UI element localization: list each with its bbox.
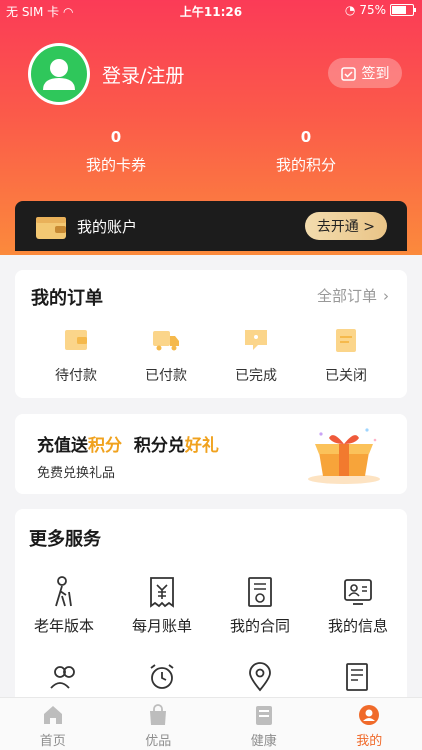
avatar-person-icon [43,59,75,90]
clipboard-icon [336,329,356,352]
all-orders-link[interactable]: 全部订单 › [317,285,389,306]
order-closed[interactable]: 已关闭 [301,325,391,385]
shopping-bag-icon [150,704,167,725]
account-title: 我的账户 [77,218,138,236]
avatar[interactable] [28,43,90,105]
battery-percent: 75% [359,3,386,17]
user-icon [359,705,380,725]
order-pending-payment[interactable]: 待付款 [31,325,121,385]
orders-card: 我的订单 全部订单 › 待付款 已付款 已完成 已关闭 [15,270,407,398]
points-promo-banner[interactable]: 充值送积分 积分兑好礼 免费兑换礼品 [15,414,407,494]
sign-in-button[interactable]: 签到 [328,58,402,88]
tab-health[interactable]: 健康 [224,698,304,750]
battery-level [392,6,406,14]
chevron-right-icon: › [383,286,389,305]
calendar-icon [340,66,356,81]
home-icon [43,706,62,724]
status-bar: 无 SIM 卡 ◠ 上午11:26 ◔ 75% [0,0,422,22]
battery-icon [390,4,416,16]
order-paid[interactable]: 已付款 [121,325,211,385]
truck-icon [153,331,179,351]
health-icon [255,706,272,725]
rotation-lock-icon: ◔ [344,3,356,17]
service-location[interactable] [211,660,309,700]
points-stat[interactable]: 0 我的积分 [236,128,376,175]
orders-title: 我的订单 [31,288,103,309]
elderly-icon [55,576,72,607]
order-completed[interactable]: 已完成 [211,325,301,385]
alarm-clock-icon [150,664,174,689]
message-icon [245,330,267,350]
tab-products[interactable]: 优品 [118,698,198,750]
bottom-tab-bar: 首页 优品 健康 我的 [0,697,422,750]
tab-home[interactable]: 首页 [13,698,93,750]
coupons-stat[interactable]: 0 我的卡券 [46,128,186,175]
profile-card-icon [344,579,372,605]
service-my-info[interactable]: 我的信息 [309,575,407,636]
service-monthly-bill[interactable]: 每月账单 [113,575,211,636]
wallet-icon [65,330,87,350]
service-my-contract[interactable]: 我的合同 [211,575,309,636]
promo-title: 充值送积分 积分兑好礼 [37,436,219,456]
open-account-button[interactable]: 去开通 > [304,212,387,240]
bill-icon [150,577,174,608]
contract-icon [248,577,272,607]
location-pin-icon [249,662,271,692]
gift-box-icon [308,428,380,484]
promo-subtitle: 免费兑换礼品 [37,466,116,481]
wallet-icon [36,217,66,239]
login-register-link[interactable]: 登录/注册 [102,61,184,88]
users-icon [50,666,75,689]
service-document[interactable] [309,660,407,700]
service-elderly-mode[interactable]: 老年版本 [15,575,113,636]
services-title: 更多服务 [29,529,101,550]
tab-mine[interactable]: 我的 [329,698,409,750]
service-alarm[interactable] [113,660,211,700]
account-bar[interactable]: 我的账户 去开通 > [15,201,407,251]
document-icon [346,663,368,691]
service-users[interactable] [15,660,113,700]
